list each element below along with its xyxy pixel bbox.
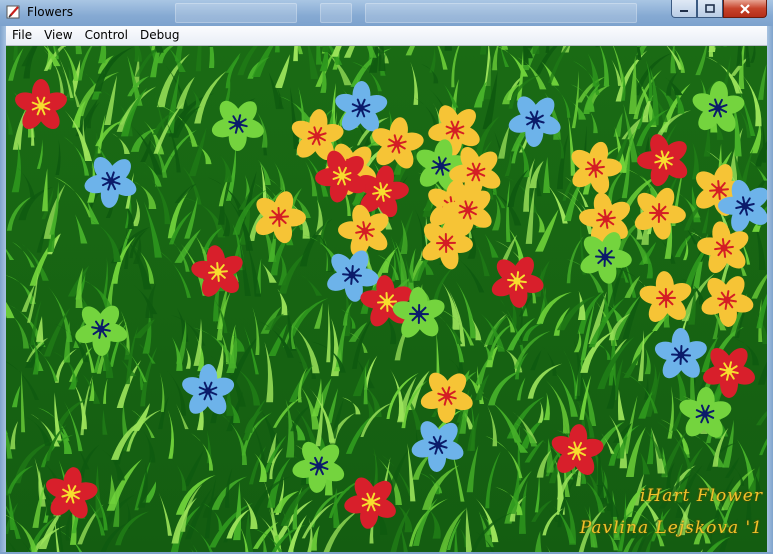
- flowers-app-icon: [6, 5, 20, 19]
- menu-view[interactable]: View: [38, 26, 78, 45]
- window-controls: [671, 0, 767, 18]
- menu-bar: File View Control Debug: [6, 26, 767, 46]
- maximize-button[interactable]: [697, 0, 723, 18]
- minimize-icon: [680, 9, 688, 12]
- close-button[interactable]: [723, 0, 767, 18]
- background-window-ghost: [365, 3, 637, 23]
- background-window-ghost: [175, 3, 297, 23]
- maximize-icon: [705, 4, 715, 13]
- menu-file[interactable]: File: [6, 26, 38, 45]
- background-window-ghost: [320, 3, 352, 23]
- title-bar[interactable]: Flowers: [0, 0, 773, 26]
- credit-title: iHart Flower: [640, 486, 763, 506]
- menu-debug[interactable]: Debug: [134, 26, 185, 45]
- close-icon: [740, 3, 750, 14]
- app-window: Flowers File View Control Debug iHart Fl…: [0, 0, 773, 554]
- minimize-button[interactable]: [671, 0, 697, 18]
- credit-author: Pavlina Lejskova '1: [579, 518, 763, 538]
- flower-canvas[interactable]: iHart Flower Pavlina Lejskova '1: [6, 46, 767, 552]
- window-frame-right: [767, 26, 773, 554]
- menu-control[interactable]: Control: [79, 26, 134, 45]
- grass-scene: [6, 46, 767, 552]
- window-title: Flowers: [27, 5, 73, 19]
